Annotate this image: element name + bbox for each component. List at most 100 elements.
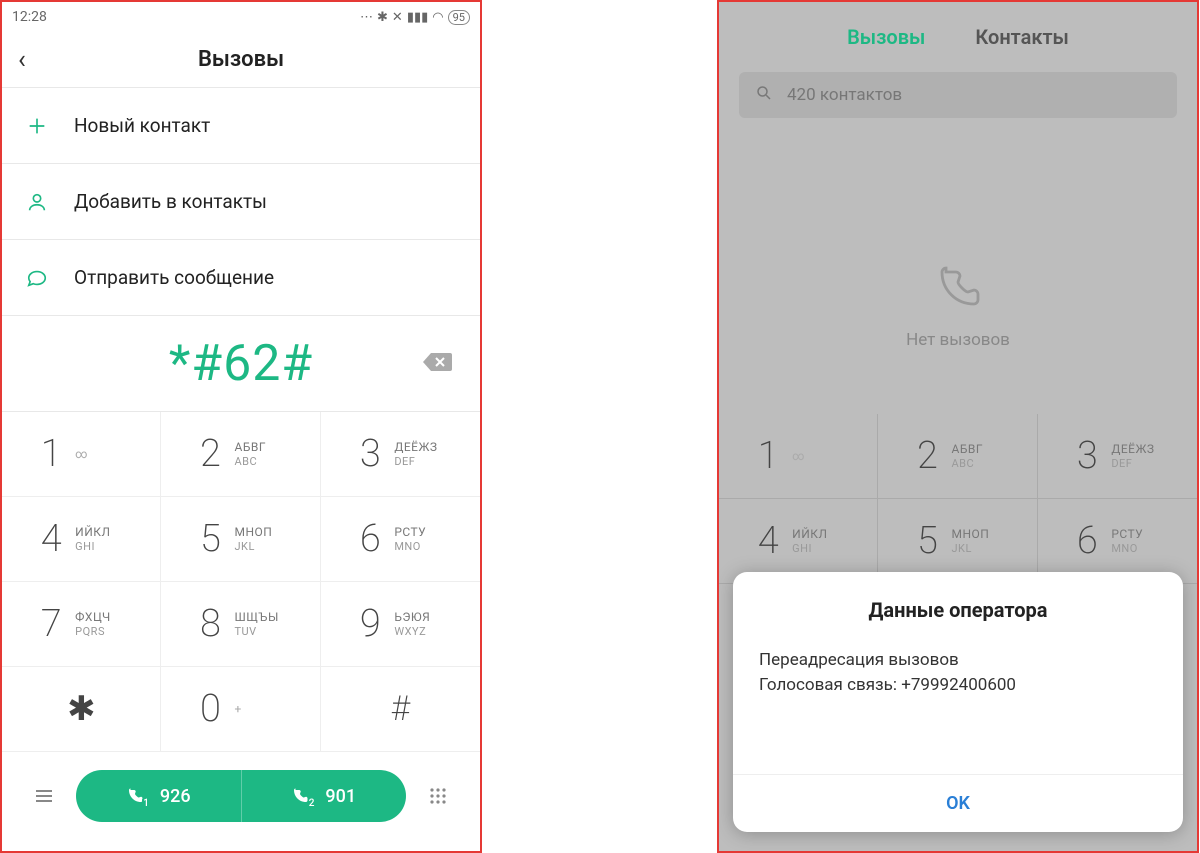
keypad-key-1[interactable]: 1∞ <box>2 412 161 497</box>
key-letters: ∞ <box>792 449 842 463</box>
key-letters: ДЕЁЖЗDEF <box>394 440 444 468</box>
keypad-key-#[interactable]: # <box>321 667 480 752</box>
action-new-contact[interactable]: Новый контакт <box>2 88 480 164</box>
key-digit: 1 <box>754 434 782 478</box>
operator-dialog: Данные оператора Переадресация вызовов Г… <box>733 572 1183 832</box>
key-digit: 2 <box>196 432 224 476</box>
key-letters: ШЩЪЫTUV <box>234 610 284 638</box>
dialog-title: Данные оператора <box>759 598 1157 622</box>
entered-number: *#62# <box>169 335 313 393</box>
keypad-key-3[interactable]: 3 ДЕЁЖЗDEF <box>1038 414 1197 499</box>
tab-contacts[interactable]: Контакты <box>975 25 1069 49</box>
key-letters: РСТУMNO <box>394 525 444 553</box>
plus-icon <box>26 115 74 137</box>
key-letters: + <box>234 702 284 716</box>
menu-icon[interactable] <box>20 784 68 808</box>
tabs: Вызовы Контакты <box>719 2 1197 72</box>
battery-indicator: 95 <box>448 10 470 25</box>
sim1-label: 926 <box>160 786 191 807</box>
key-digit: 9 <box>356 602 384 646</box>
key-letters: ИЙКЛGHI <box>792 527 842 555</box>
key-letters: ДЕЁЖЗDEF <box>1111 442 1161 470</box>
wifi-icon: ◠ <box>432 10 443 25</box>
bluetooth-icon: ✱ <box>377 10 388 25</box>
key-digit: 6 <box>356 517 384 561</box>
status-time: 12:28 <box>12 9 47 25</box>
dialpad-icon[interactable] <box>414 784 462 808</box>
empty-state: Нет вызовов <box>719 134 1197 350</box>
keypad-key-8[interactable]: 8 ШЩЪЫTUV <box>161 582 320 667</box>
key-letters: ∞ <box>75 447 125 461</box>
key-digit: 4 <box>754 519 782 563</box>
key-digit: 5 <box>196 517 224 561</box>
search-bar[interactable]: 420 контактов <box>739 72 1177 118</box>
key-digit: 8 <box>196 602 224 646</box>
phone-icon: 2 <box>291 787 309 805</box>
keypad-key-✱[interactable]: ✱ <box>2 667 161 752</box>
keypad-key-6[interactable]: 6 РСТУMNO <box>321 497 480 582</box>
action-label: Добавить в контакты <box>74 190 267 213</box>
key-digit: 6 <box>1073 519 1101 563</box>
call-sim1-button[interactable]: 1 926 <box>76 770 242 822</box>
keypad-key-3[interactable]: 3 ДЕЁЖЗDEF <box>321 412 480 497</box>
keypad-key-2[interactable]: 2 АБВГABC <box>878 414 1037 499</box>
key-digit: 1 <box>37 432 65 476</box>
sim2-label: 901 <box>325 786 356 807</box>
header: ‹ Вызовы <box>2 32 480 88</box>
key-digit: 3 <box>1073 434 1101 478</box>
keypad-key-2[interactable]: 2АБВГABC <box>161 412 320 497</box>
keypad-key-1[interactable]: 1∞ <box>719 414 878 499</box>
status-icons: ⋯ ✱ ✕ ▮▮▮ ◠ 95 <box>360 10 470 25</box>
key-digit: 3 <box>356 432 384 476</box>
key-digit: # <box>386 689 414 729</box>
key-digit: ✱ <box>67 689 95 729</box>
key-letters: ЬЭЮЯWXYZ <box>394 610 444 638</box>
keypad-key-0[interactable]: 0+ <box>161 667 320 752</box>
status-bar: 12:28 ⋯ ✱ ✕ ▮▮▮ ◠ 95 <box>2 2 480 32</box>
bottom-bar: 1 926 2 901 <box>2 752 480 840</box>
key-letters: АБВГABC <box>951 442 1001 470</box>
keypad-dimmed: 1∞2АБВГABC3ДЕЁЖЗDEF4ИЙКЛGHI5МНОПJKL6РСТУ… <box>719 414 1197 584</box>
number-display: *#62# <box>2 316 480 412</box>
person-icon <box>26 191 74 213</box>
keypad-key-9[interactable]: 9 ЬЭЮЯWXYZ <box>321 582 480 667</box>
keypad-key-7[interactable]: 7 ФХЦЧPQRS <box>2 582 161 667</box>
phone-right: Вызовы Контакты 420 контактов Нет вызово… <box>717 0 1199 853</box>
ok-button[interactable]: OK <box>733 774 1183 832</box>
action-label: Отправить сообщение <box>74 266 274 289</box>
call-sim2-button[interactable]: 2 901 <box>242 770 407 822</box>
key-digit: 5 <box>913 519 941 563</box>
action-list: Новый контакт Добавить в контакты Отправ… <box>2 88 480 316</box>
phone-icon: 1 <box>126 787 144 805</box>
dialog-line: Голосовая связь: +79992400600 <box>759 673 1157 698</box>
key-letters: МНОПJKL <box>234 525 284 553</box>
key-digit: 0 <box>196 687 224 731</box>
key-digit: 7 <box>37 602 65 646</box>
key-digit: 2 <box>913 434 941 478</box>
key-digit: 4 <box>37 517 65 561</box>
signal-icon: ▮▮▮ <box>407 10 428 25</box>
search-text: 420 контактов <box>787 85 902 105</box>
backspace-icon[interactable] <box>422 351 452 377</box>
action-send-message[interactable]: Отправить сообщение <box>2 240 480 316</box>
dialog-body: Переадресация вызовов Голосовая связь: +… <box>759 648 1157 774</box>
more-icon: ⋯ <box>360 10 373 25</box>
key-letters: МНОПJKL <box>951 527 1001 555</box>
keypad-key-5[interactable]: 5 МНОПJKL <box>161 497 320 582</box>
call-button-group: 1 926 2 901 <box>76 770 406 822</box>
mute-icon: ✕ <box>392 10 403 25</box>
phone-left: 12:28 ⋯ ✱ ✕ ▮▮▮ ◠ 95 ‹ Вызовы Новый конт… <box>0 0 482 853</box>
message-icon <box>26 267 74 289</box>
dialog-line: Переадресация вызовов <box>759 648 1157 673</box>
action-add-to-contacts[interactable]: Добавить в контакты <box>2 164 480 240</box>
action-label: Новый контакт <box>74 114 210 137</box>
key-letters: ФХЦЧPQRS <box>75 610 125 638</box>
keypad: 1∞2АБВГABC3ДЕЁЖЗDEF4ИЙКЛGHI5МНОПJKL6РСТУ… <box>2 412 480 752</box>
search-icon <box>755 84 773 106</box>
tab-calls[interactable]: Вызовы <box>847 25 925 49</box>
keypad-key-4[interactable]: 4 ИЙКЛGHI <box>2 497 161 582</box>
empty-text: Нет вызовов <box>719 330 1197 350</box>
key-letters: РСТУMNO <box>1111 527 1161 555</box>
key-letters: ИЙКЛGHI <box>75 525 125 553</box>
phone-outline-icon <box>934 264 982 312</box>
